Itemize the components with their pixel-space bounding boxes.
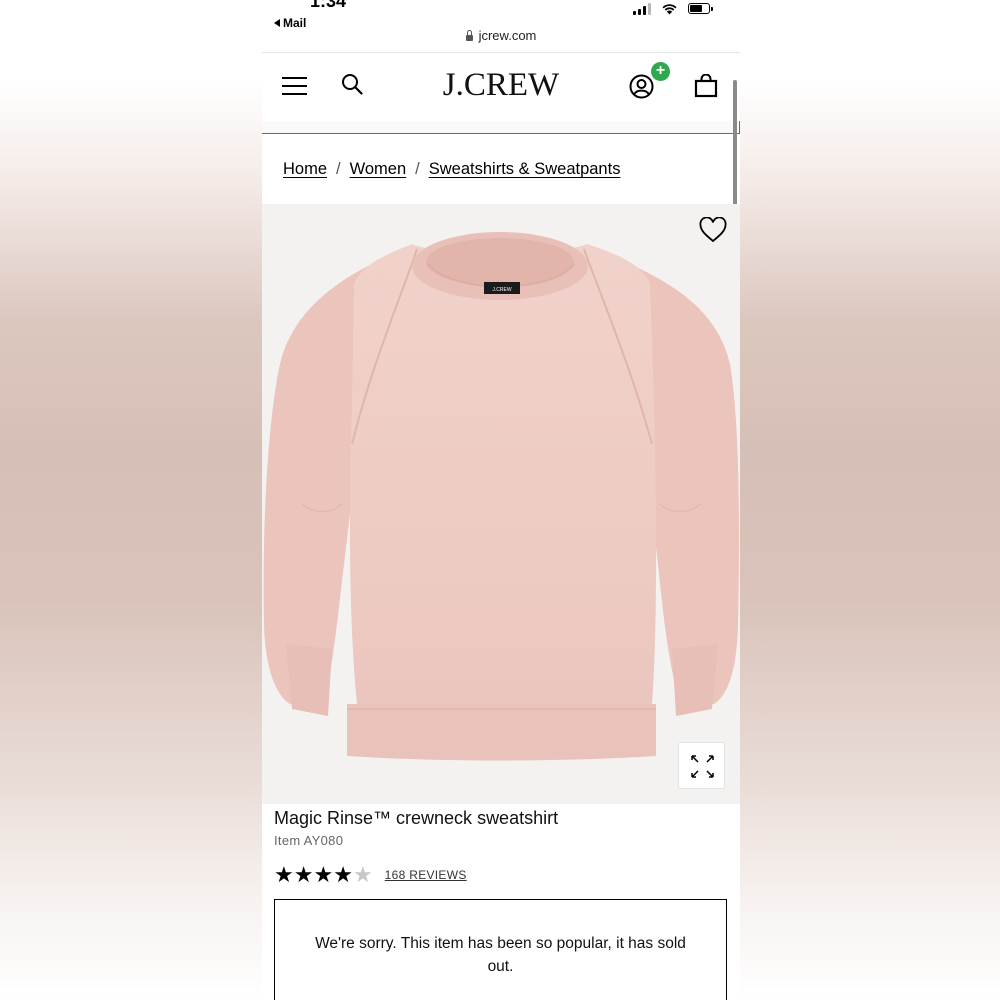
shopping-bag-icon[interactable] (694, 74, 718, 98)
breadcrumb-separator: / (336, 160, 341, 178)
item-number: Item AY080 (274, 833, 344, 848)
star-filled-icon: ★ (333, 862, 353, 887)
sold-out-notice: We're sorry. This item has been so popul… (274, 899, 727, 1000)
status-time: 1:34 (310, 0, 347, 11)
status-icons (633, 2, 713, 15)
site-header: J.CREW + (262, 53, 740, 121)
breadcrumb-sweatshirts[interactable]: Sweatshirts & Sweatpants (429, 160, 621, 179)
product-image[interactable]: J.CREW (262, 204, 740, 804)
breadcrumb: Home / Women / Sweatshirts & Sweatpants (283, 160, 620, 179)
account-badge: + (651, 62, 670, 81)
status-bar: 1:34 Mail jcrew.com (262, 0, 740, 52)
breadcrumb-separator: / (415, 160, 420, 178)
star-filled-icon: ★ (274, 862, 294, 887)
reviews-link[interactable]: 168 REVIEWS (385, 868, 467, 882)
page-scrollbar[interactable] (733, 80, 737, 220)
product-title: Magic Rinse™ crewneck sweatshirt (274, 808, 559, 828)
account-icon[interactable] (629, 74, 654, 99)
promo-strip (262, 121, 740, 134)
wishlist-heart-icon[interactable] (699, 217, 727, 243)
sold-out-message: We're sorry. This item has been so popul… (315, 935, 686, 975)
wifi-icon (662, 4, 677, 15)
cellular-signal-icon (633, 2, 651, 15)
garment-label-text: J.CREW (492, 287, 511, 293)
fullscreen-zoom-button[interactable] (678, 742, 725, 789)
phone-screen: 1:34 Mail jcrew.com J.CREW + Home / Wome… (262, 0, 740, 1000)
breadcrumb-women[interactable]: Women (350, 160, 407, 179)
url-text: jcrew.com (478, 28, 537, 43)
breadcrumb-home[interactable]: Home (283, 160, 327, 179)
lock-icon (465, 29, 473, 41)
product-rating[interactable]: ★ ★ ★ ★ ★ 168 REVIEWS (274, 864, 467, 886)
star-filled-icon: ★ (293, 862, 314, 887)
star-filled-icon: ★ (313, 862, 334, 887)
back-arrow-icon (274, 19, 280, 27)
sweatshirt-image: J.CREW (263, 232, 740, 761)
star-empty-icon: ★ (352, 862, 373, 887)
expand-arrows-icon (691, 755, 714, 778)
url-bar[interactable]: jcrew.com (262, 28, 740, 43)
battery-icon (688, 3, 713, 14)
